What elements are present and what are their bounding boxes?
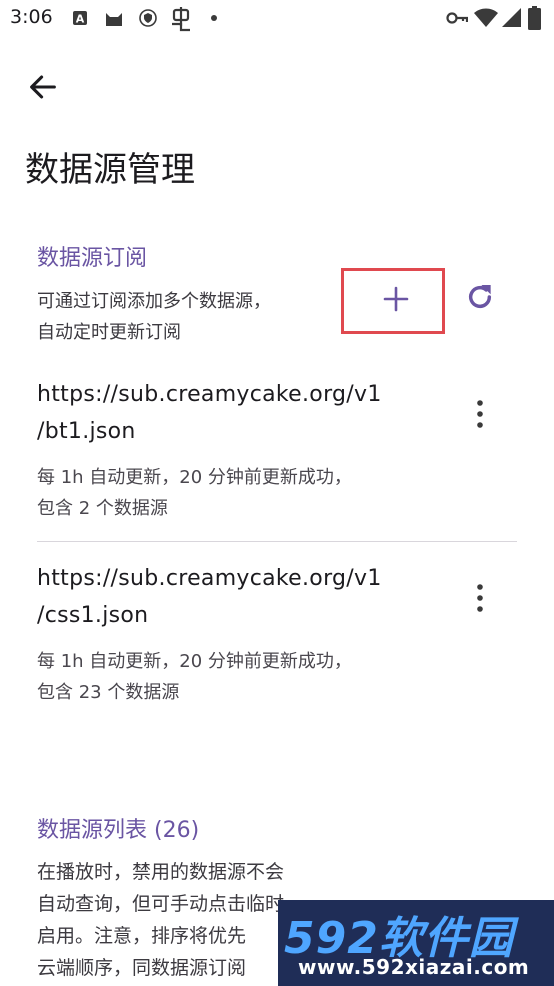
- shield-icon: [139, 9, 157, 27]
- dot-icon: [211, 15, 217, 21]
- sources-list-description: 在播放时，禁用的数据源不会 自动查询，但可手动点击临时 启用。注意，排序将优先 …: [37, 856, 284, 984]
- page-title: 数据源管理: [25, 150, 195, 190]
- subscription-meta: 每 1h 自动更新，20 分钟前更新成功， 包含 23 个数据源: [37, 646, 467, 708]
- watermark-logo: 592软件园 www.592xiazai.com: [278, 900, 554, 986]
- a-box-icon: A: [73, 11, 87, 26]
- subscription-meta: 每 1h 自动更新，20 分钟前更新成功， 包含 2 个数据源: [37, 462, 467, 524]
- subscription-meta-line: 每 1h 自动更新，20 分钟前更新成功，: [37, 467, 352, 488]
- sources-list-description-line: 在播放时，禁用的数据源不会: [37, 861, 285, 883]
- subscription-url-line: /css1.json: [37, 603, 149, 628]
- subscription-meta-line: 包含 23 个数据源: [37, 682, 180, 703]
- wifi-icon: [474, 8, 498, 27]
- status-bar: 3:06 A: [0, 0, 554, 40]
- sources-list-description-line: 云端顺序，同数据源订阅: [37, 957, 247, 979]
- sources-list-description-line: 启用。注意，排序将优先: [37, 925, 247, 947]
- status-time: 3:06: [10, 6, 53, 28]
- svg-text:A: A: [76, 13, 85, 26]
- subscription-url-line: https://sub.creamycake.org/v1: [37, 566, 382, 591]
- subscription-url-line: /bt1.json: [37, 419, 136, 444]
- subscriptions-hint-line: 自动定时更新订阅: [37, 322, 181, 343]
- battery-icon: [528, 6, 541, 30]
- divider: [37, 541, 517, 542]
- subscription-url: https://sub.creamycake.org/v1 /bt1.json: [37, 376, 467, 450]
- signal-icon: [502, 8, 521, 27]
- bug-icon: [172, 7, 190, 32]
- subscription-url: https://sub.creamycake.org/v1 /css1.json: [37, 560, 467, 634]
- back-arrow-icon[interactable]: [26, 70, 60, 104]
- plus-icon: [383, 286, 409, 312]
- watermark-url: www.592xiazai.com: [298, 955, 530, 979]
- add-subscription-button[interactable]: [341, 268, 445, 334]
- subscription-meta-line: 包含 2 个数据源: [37, 498, 168, 519]
- sources-list-section-title: 数据源列表 (26): [37, 818, 200, 843]
- subscription-url-line: https://sub.creamycake.org/v1: [37, 382, 382, 407]
- subscriptions-section-title: 数据源订阅: [37, 246, 148, 271]
- subscriptions-hint: 可通过订阅添加多个数据源， 自动定时更新订阅: [37, 286, 271, 348]
- sources-list-description-line: 自动查询，但可手动点击临时: [37, 893, 285, 915]
- subscription-item[interactable]: https://sub.creamycake.org/v1 /bt1.json …: [37, 376, 467, 524]
- subscriptions-hint-line: 可通过订阅添加多个数据源，: [37, 291, 271, 312]
- refresh-icon[interactable]: [464, 281, 496, 313]
- subscription-item[interactable]: https://sub.creamycake.org/v1 /css1.json…: [37, 560, 467, 708]
- more-vertical-icon[interactable]: [468, 396, 492, 432]
- cat-icon: [106, 13, 122, 26]
- subscription-meta-line: 每 1h 自动更新，20 分钟前更新成功，: [37, 651, 352, 672]
- key-icon: [446, 12, 468, 24]
- more-vertical-icon[interactable]: [468, 580, 492, 616]
